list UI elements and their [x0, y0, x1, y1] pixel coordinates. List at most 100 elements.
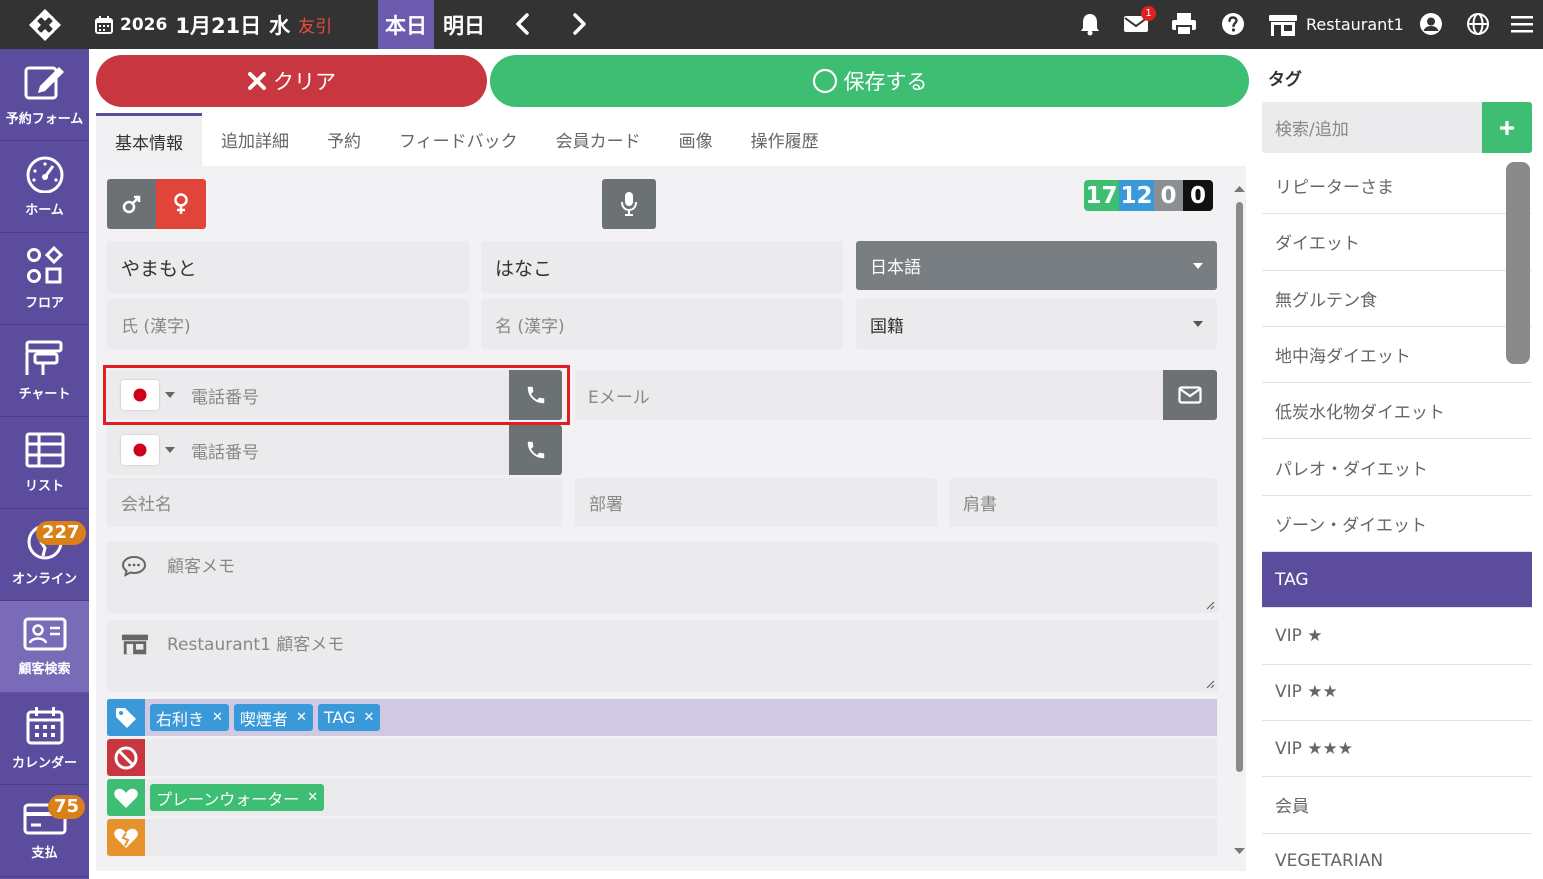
- department-input[interactable]: 部署: [575, 478, 937, 527]
- app-logo-icon[interactable]: [0, 0, 89, 49]
- call-button[interactable]: [509, 425, 562, 475]
- tag-list-item-selected[interactable]: TAG: [1262, 552, 1532, 609]
- sidebar-item-floor[interactable]: フロア: [0, 233, 89, 325]
- restaurant-selector[interactable]: Restaurant1: [1268, 0, 1404, 49]
- send-email-button[interactable]: [1163, 370, 1217, 420]
- tag-search-input[interactable]: 検索/追加: [1262, 102, 1482, 153]
- country-code-selector[interactable]: [121, 435, 159, 465]
- remove-tag-icon[interactable]: ✕: [296, 710, 307, 725]
- chevron-down-icon: [1193, 262, 1203, 269]
- restaurant-memo-textarea[interactable]: Restaurant1 顧客メモ: [107, 620, 1218, 692]
- tag-list-item[interactable]: 低炭水化物ダイエット: [1262, 383, 1532, 440]
- tab-images[interactable]: 画像: [660, 113, 732, 166]
- nationality-select[interactable]: 国籍: [856, 299, 1217, 349]
- tag-chip-label: 右利き: [156, 709, 205, 729]
- menu-icon[interactable]: [1508, 10, 1536, 38]
- tag-list-item[interactable]: 無グルテン食: [1262, 271, 1532, 327]
- female-button[interactable]: [156, 179, 206, 229]
- customer-memo-textarea[interactable]: 顧客メモ: [107, 542, 1218, 613]
- tag-chip[interactable]: 喫煙者 ✕: [233, 704, 313, 731]
- favorites-row[interactable]: プレーンウォーター ✕: [107, 779, 1217, 816]
- today-button[interactable]: 本日: [378, 0, 434, 49]
- form-scrollbar[interactable]: [1233, 182, 1246, 862]
- mail-icon[interactable]: 1: [1122, 6, 1156, 38]
- sidebar-item-customer-search[interactable]: 顧客検索: [0, 601, 89, 693]
- allergies-row[interactable]: [107, 819, 1217, 856]
- tags-row[interactable]: 右利き ✕ 喫煙者 ✕ TAG ✕: [107, 699, 1217, 736]
- tag-list-item[interactable]: VIP ★★: [1262, 665, 1532, 721]
- email-input[interactable]: Eメール: [588, 383, 650, 408]
- save-button[interactable]: 保存する: [490, 55, 1249, 107]
- tag-list-item[interactable]: パレオ・ダイエット: [1262, 439, 1532, 496]
- last-name-input[interactable]: やまもと: [107, 241, 469, 293]
- plus-icon: [1500, 120, 1514, 135]
- tag-list-item[interactable]: VEGETARIAN: [1262, 834, 1532, 879]
- job-title-input[interactable]: 肩書: [949, 478, 1217, 527]
- voice-input-button[interactable]: [602, 179, 656, 229]
- restaurant-memo-placeholder: Restaurant1 顧客メモ: [167, 635, 345, 655]
- language-select[interactable]: 日本語: [856, 241, 1217, 290]
- resize-grip-icon[interactable]: [1205, 600, 1215, 610]
- scroll-down-icon[interactable]: [1233, 846, 1246, 856]
- tag-list-item[interactable]: 地中海ダイエット: [1262, 327, 1532, 384]
- tag-list-item[interactable]: ゾーン・ダイエット: [1262, 496, 1532, 553]
- date-display[interactable]: 2026 1月21日 水 友引: [94, 0, 332, 49]
- resize-grip-icon[interactable]: [1205, 679, 1215, 689]
- scroll-up-icon[interactable]: [1233, 184, 1246, 194]
- tab-reservations[interactable]: 予約: [308, 113, 380, 166]
- tag-list-item[interactable]: リピーターさま: [1262, 158, 1532, 215]
- sidebar-item-label: リスト: [24, 479, 64, 494]
- last-name-kanji-input[interactable]: 氏 (漢字): [107, 299, 469, 349]
- form-scrollbar-thumb[interactable]: [1236, 202, 1243, 772]
- first-name-kanji-input[interactable]: 名 (漢字): [481, 299, 843, 349]
- chevron-down-icon: [165, 447, 175, 453]
- tab-additional-details[interactable]: 追加詳細: [202, 113, 308, 166]
- edit-icon: [23, 62, 67, 102]
- tag-list-item[interactable]: ダイエット: [1262, 214, 1532, 271]
- prev-day-chevron-icon[interactable]: [512, 12, 534, 36]
- add-tag-button[interactable]: [1482, 102, 1532, 153]
- remove-tag-icon[interactable]: ✕: [212, 710, 223, 725]
- next-day-chevron-icon[interactable]: [568, 12, 590, 36]
- sidebar-item-calendar[interactable]: カレンダー: [0, 693, 89, 785]
- help-icon[interactable]: [1219, 10, 1247, 38]
- customer-card-icon: [23, 616, 67, 652]
- visit-counts: 17 12 0 0: [1084, 180, 1213, 211]
- bell-icon[interactable]: [1076, 10, 1104, 38]
- tag-list-scrollbar-thumb[interactable]: [1506, 162, 1530, 364]
- male-button[interactable]: [107, 179, 156, 229]
- tab-basic-info[interactable]: 基本情報: [96, 113, 202, 166]
- tag-chip[interactable]: 右利き ✕: [150, 704, 229, 731]
- favorite-chip[interactable]: プレーンウォーター ✕: [150, 784, 325, 811]
- shapes-icon: [24, 246, 66, 286]
- first-name-input[interactable]: はなこ: [481, 241, 843, 293]
- remove-tag-icon[interactable]: ✕: [363, 710, 374, 725]
- clear-button[interactable]: クリア: [96, 55, 487, 107]
- company-input[interactable]: 会社名: [107, 478, 562, 527]
- tab-history[interactable]: 操作履歴: [732, 113, 838, 166]
- sidebar-item-reservation-form[interactable]: 予約フォーム: [0, 49, 89, 141]
- microphone-icon: [621, 192, 637, 216]
- sidebar-item-label: フロア: [24, 296, 64, 311]
- gantt-chart-icon: [23, 339, 67, 377]
- dislikes-row[interactable]: [107, 739, 1217, 776]
- tab-feedback[interactable]: フィードバック: [380, 113, 537, 166]
- tag-list-item[interactable]: 会員: [1262, 777, 1532, 834]
- sidebar-item-chart[interactable]: チャート: [0, 325, 89, 417]
- globe-icon[interactable]: [1464, 10, 1492, 38]
- sidebar-item-label: 顧客検索: [18, 662, 71, 677]
- sidebar-item-list[interactable]: リスト: [0, 417, 89, 509]
- phone-2-input[interactable]: 電話番号: [191, 438, 259, 463]
- tab-member-card[interactable]: 会員カード: [537, 113, 660, 166]
- dashboard-gauge-icon: [23, 155, 67, 193]
- print-icon[interactable]: [1170, 10, 1198, 38]
- sidebar-item-home[interactable]: ホーム: [0, 141, 89, 233]
- tag-list-item[interactable]: VIP ★★★: [1262, 721, 1532, 778]
- tag-list-item[interactable]: VIP ★: [1262, 608, 1532, 665]
- tomorrow-button[interactable]: 明日: [443, 0, 485, 49]
- sidebar-item-payment[interactable]: 75 支払: [0, 785, 89, 877]
- remove-tag-icon[interactable]: ✕: [307, 790, 318, 805]
- tag-chip[interactable]: TAG ✕: [317, 704, 381, 731]
- sidebar-item-online[interactable]: 227 オンライン: [0, 509, 89, 601]
- user-account-icon[interactable]: [1417, 10, 1445, 38]
